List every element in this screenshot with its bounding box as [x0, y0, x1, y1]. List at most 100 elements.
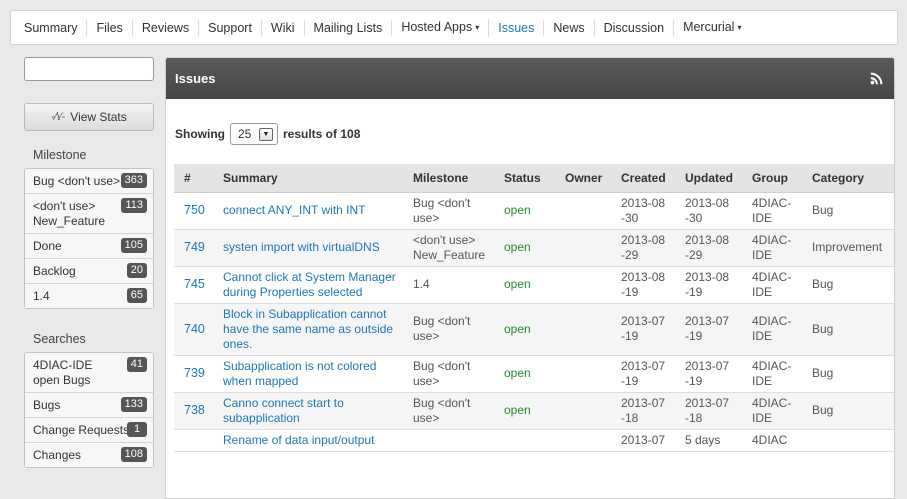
- issue-number-link[interactable]: 740: [184, 322, 205, 336]
- cell-category: [802, 429, 894, 452]
- cell-created: 2013-08 -19: [611, 266, 675, 304]
- column-header-owner[interactable]: Owner: [555, 164, 611, 193]
- cell-status: open: [494, 192, 555, 230]
- column-header-updated[interactable]: Updated: [675, 164, 742, 193]
- issue-summary-link[interactable]: Canno connect start to subapplication: [223, 396, 344, 425]
- chevron-down-icon: ▾: [737, 22, 742, 32]
- issue-summary-link[interactable]: connect ANY_INT with INT: [223, 203, 366, 217]
- searches-list: 4DIAC-IDE open Bugs 41 Bugs 133 Change Reque…: [24, 352, 154, 468]
- issue-summary-link[interactable]: systen import with virtualDNS: [223, 240, 380, 254]
- nav-item-mailing-lists[interactable]: Mailing Lists: [305, 19, 393, 36]
- count-badge: 363: [120, 173, 147, 188]
- issue-number-link[interactable]: 750: [184, 203, 205, 217]
- nav-item-reviews[interactable]: Reviews: [133, 19, 200, 36]
- table-row: 738 Canno connect start to subapplication…: [174, 392, 894, 430]
- cell-milestone: Bug <don't use>: [403, 303, 494, 356]
- cell-owner: [555, 355, 611, 393]
- column-header-status[interactable]: Status: [494, 164, 555, 193]
- nav-item-wiki[interactable]: Wiki: [262, 19, 305, 36]
- cell-num: 739: [174, 355, 213, 393]
- nav-item-mercurial[interactable]: Mercurial ▾: [674, 19, 750, 37]
- pagination-summary: Showing 25 ▼ results of 108: [166, 116, 894, 152]
- issue-number-link[interactable]: 739: [184, 366, 205, 380]
- view-stats-button[interactable]: -∕\∕- View Stats: [24, 103, 154, 131]
- nav-item-label: Support: [208, 20, 252, 35]
- column-header-number[interactable]: #: [174, 164, 213, 193]
- cell-summary: Canno connect start to subapplication: [213, 392, 403, 430]
- cell-owner: [555, 229, 611, 267]
- nav-item-label: Hosted Apps: [401, 19, 473, 34]
- column-header-category[interactable]: Category: [802, 164, 894, 193]
- per-page-select[interactable]: 25 ▼: [230, 123, 278, 145]
- cell-category: Improvement: [802, 229, 894, 267]
- issue-summary-link[interactable]: Cannot click at System Manager during Pr…: [223, 270, 396, 299]
- saved-search-item[interactable]: Change Requests 1: [25, 418, 153, 443]
- cell-num: 745: [174, 266, 213, 304]
- count-badge: 113: [121, 198, 147, 213]
- milestone-label: <don't use> New_Feature: [33, 199, 106, 228]
- milestone-item[interactable]: <don't use> New_Feature 113: [25, 194, 153, 234]
- column-header-group[interactable]: Group: [742, 164, 802, 193]
- issue-number-link[interactable]: 738: [184, 403, 205, 417]
- nav-item-files[interactable]: Files: [87, 19, 133, 36]
- table-header-row: # Summary Milestone Status Owner Created Updat…: [174, 164, 894, 193]
- cell-summary: connect ANY_INT with INT: [213, 192, 403, 230]
- cell-summary: Block in Subapplication cannot have the …: [213, 303, 403, 356]
- cell-group: 4DIAC-IDE: [742, 392, 802, 430]
- cell-category: Bug: [802, 192, 894, 230]
- cell-created: 2013-08 -30: [611, 192, 675, 230]
- cell-category: Bug: [802, 355, 894, 393]
- count-badge: 108: [120, 447, 147, 462]
- saved-search-label: Changes: [33, 448, 82, 462]
- cell-group: 4DIAC-IDE: [742, 355, 802, 393]
- results-label: results of 108: [283, 127, 361, 141]
- sidebar: -∕\∕- View Stats Milestone Bug <don't us…: [24, 57, 155, 468]
- nav-item-issues[interactable]: Issues: [489, 19, 545, 36]
- cell-created: 2013-07 -18: [611, 392, 675, 430]
- column-header-created[interactable]: Created: [611, 164, 675, 193]
- cell-created: 2013-07 -19: [611, 355, 675, 393]
- milestone-item[interactable]: Done 105: [25, 234, 153, 259]
- count-badge: 41: [126, 357, 147, 372]
- nav-item-news[interactable]: News: [544, 19, 595, 36]
- cell-milestone: Bug <don't use>: [403, 192, 494, 230]
- issue-summary-link[interactable]: Rename of data input/output: [223, 433, 374, 447]
- nav-item-summary[interactable]: Summary: [15, 19, 88, 36]
- issues-panel-header: Issues: [166, 58, 894, 99]
- nav-item-label: Reviews: [141, 20, 190, 35]
- cell-status: [494, 429, 555, 452]
- nav-item-discussion[interactable]: Discussion: [595, 19, 675, 36]
- issue-summary-link[interactable]: Block in Subapplication cannot have the …: [223, 307, 393, 351]
- issue-summary-link[interactable]: Subapplication is not colored when mappe…: [223, 359, 376, 388]
- cell-owner: [555, 266, 611, 304]
- table-row: 745 Cannot click at System Manager during…: [174, 266, 894, 304]
- pulse-icon: -∕\∕-: [51, 111, 66, 123]
- nav-item-hosted-apps[interactable]: Hosted Apps ▾: [392, 18, 490, 37]
- saved-search-item[interactable]: Changes 108: [25, 443, 153, 467]
- cell-owner: [555, 192, 611, 230]
- sidebar-search-input[interactable]: [24, 57, 154, 81]
- project-nav: Summary Files Reviews Support Wiki Mailing Li…: [10, 10, 898, 45]
- cell-category: Bug: [802, 303, 894, 356]
- rss-icon[interactable]: [870, 72, 883, 85]
- issue-number-link[interactable]: 749: [184, 240, 205, 254]
- milestone-list: Bug <don't use> 363 <don't use> New_Featur…: [24, 168, 154, 309]
- cell-status: open: [494, 266, 555, 304]
- column-header-summary[interactable]: Summary: [213, 164, 403, 193]
- view-stats-label: View Stats: [70, 110, 127, 124]
- cell-created: 2013-07: [611, 429, 675, 452]
- saved-search-label: Change Requests: [33, 423, 130, 437]
- milestone-heading: Milestone: [33, 148, 87, 162]
- issue-number-link[interactable]: 745: [184, 277, 205, 291]
- saved-search-item[interactable]: Bugs 133: [25, 393, 153, 418]
- chevron-down-icon: ▼: [259, 127, 273, 141]
- cell-created: 2013-08 -29: [611, 229, 675, 267]
- searches-heading: Searches: [33, 332, 86, 346]
- milestone-item[interactable]: 1.4 65: [25, 284, 153, 308]
- column-header-milestone[interactable]: Milestone: [403, 164, 494, 193]
- saved-search-item[interactable]: 4DIAC-IDE open Bugs 41: [25, 353, 153, 393]
- nav-item-support[interactable]: Support: [199, 19, 262, 36]
- milestone-item[interactable]: Backlog 20: [25, 259, 153, 284]
- milestone-item[interactable]: Bug <don't use> 363: [25, 169, 153, 194]
- cell-group: 4DIAC-IDE: [742, 192, 802, 230]
